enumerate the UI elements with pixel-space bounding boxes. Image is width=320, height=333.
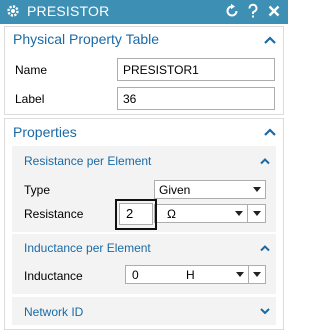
reset-icon[interactable] [224,3,240,19]
chevron-up-icon[interactable] [263,127,277,137]
dropdown-arrow-icon [253,272,261,277]
chevron-up-icon[interactable] [258,243,272,253]
resistance-label: Resistance [24,207,84,221]
inductance-field[interactable]: 0 H [125,265,266,284]
dropdown-divider [247,205,248,222]
name-field[interactable]: PRESISTOR1 [117,58,275,81]
inductance-per-element-header[interactable]: Inductance per Element [24,241,151,255]
name-label: Name [15,63,48,77]
chevron-up-icon[interactable] [258,156,272,166]
inductance-label: Inductance [24,269,83,283]
properties-header[interactable]: Properties [13,124,77,140]
help-icon[interactable] [245,3,261,19]
type-label: Type [24,183,51,197]
dropdown-divider [248,266,249,283]
network-id-header[interactable]: Network ID [24,305,83,319]
resistance-per-element-header[interactable]: Resistance per Element [24,154,151,168]
resistance-unit-dropdown[interactable]: Ω [154,204,266,223]
physical-property-table-header[interactable]: Physical Property Table [13,31,159,47]
resistance-highlight-box [115,199,157,230]
label-label: Label [15,92,45,106]
label-field[interactable]: 36 [117,87,275,110]
inductance-unit-value[interactable]: H [186,268,195,282]
type-dropdown-value: Given [159,183,191,197]
close-icon[interactable] [266,3,282,19]
dropdown-arrow-icon [253,211,261,216]
gear-icon[interactable] [5,3,21,19]
dialog-titlebar: PRESISTOR [0,0,288,24]
dropdown-arrow-icon [236,272,244,277]
type-dropdown[interactable]: Given [154,180,266,199]
dropdown-arrow-icon [253,187,261,192]
dialog-title: PRESISTOR [27,3,110,19]
inductance-value[interactable]: 0 [132,268,139,282]
chevron-down-icon[interactable] [258,306,272,316]
dropdown-arrow-icon [235,211,243,216]
chevron-up-icon[interactable] [263,35,277,45]
resistance-unit-value: Ω [167,207,176,221]
